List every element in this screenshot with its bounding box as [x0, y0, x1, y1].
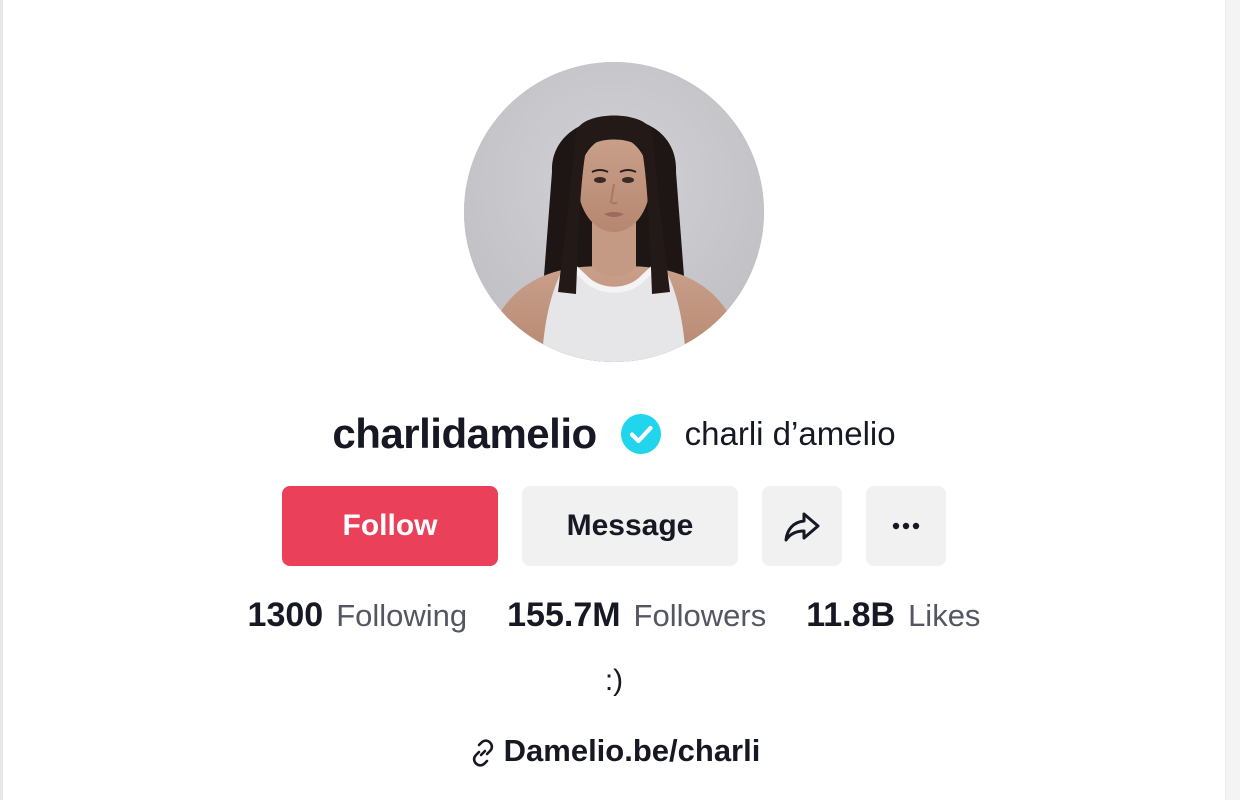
- profile-stats: 1300 Following 155.7M Followers 11.8B Li…: [0, 590, 1228, 640]
- profile-bio: :): [604, 664, 624, 697]
- likes-count: 11.8B: [806, 595, 896, 634]
- share-button[interactable]: [762, 486, 842, 566]
- link-icon: [472, 739, 493, 767]
- avatar[interactable]: [464, 62, 764, 362]
- avatar-portrait: [464, 62, 764, 362]
- stat-following[interactable]: 1300 Following: [248, 596, 468, 635]
- share-arrow-icon: [784, 512, 820, 542]
- username: charlidamelio: [332, 410, 597, 457]
- message-button-label: Message: [566, 509, 694, 542]
- followers-count: 155.7M: [507, 595, 621, 634]
- profile-link-text[interactable]: Damelio.be/charli: [504, 733, 761, 769]
- stat-followers[interactable]: 155.7M Followers: [507, 596, 766, 635]
- follow-button[interactable]: Follow: [282, 486, 498, 566]
- message-button[interactable]: Message: [522, 486, 738, 566]
- profile-name-row: charlidamelio charli d’amelio: [0, 404, 1228, 464]
- likes-label: Likes: [908, 597, 981, 633]
- profile-link[interactable]: Damelio.be/charli: [0, 728, 1228, 774]
- more-options-button[interactable]: [866, 486, 946, 566]
- verified-badge-icon: [620, 414, 661, 454]
- followers-label: Followers: [633, 597, 767, 633]
- ellipsis-icon: [892, 522, 920, 530]
- following-count: 1300: [247, 595, 324, 634]
- stat-likes: 11.8B Likes: [806, 596, 980, 635]
- follow-button-label: Follow: [342, 509, 438, 542]
- following-label: Following: [336, 597, 468, 633]
- display-name: charli d’amelio: [684, 415, 896, 452]
